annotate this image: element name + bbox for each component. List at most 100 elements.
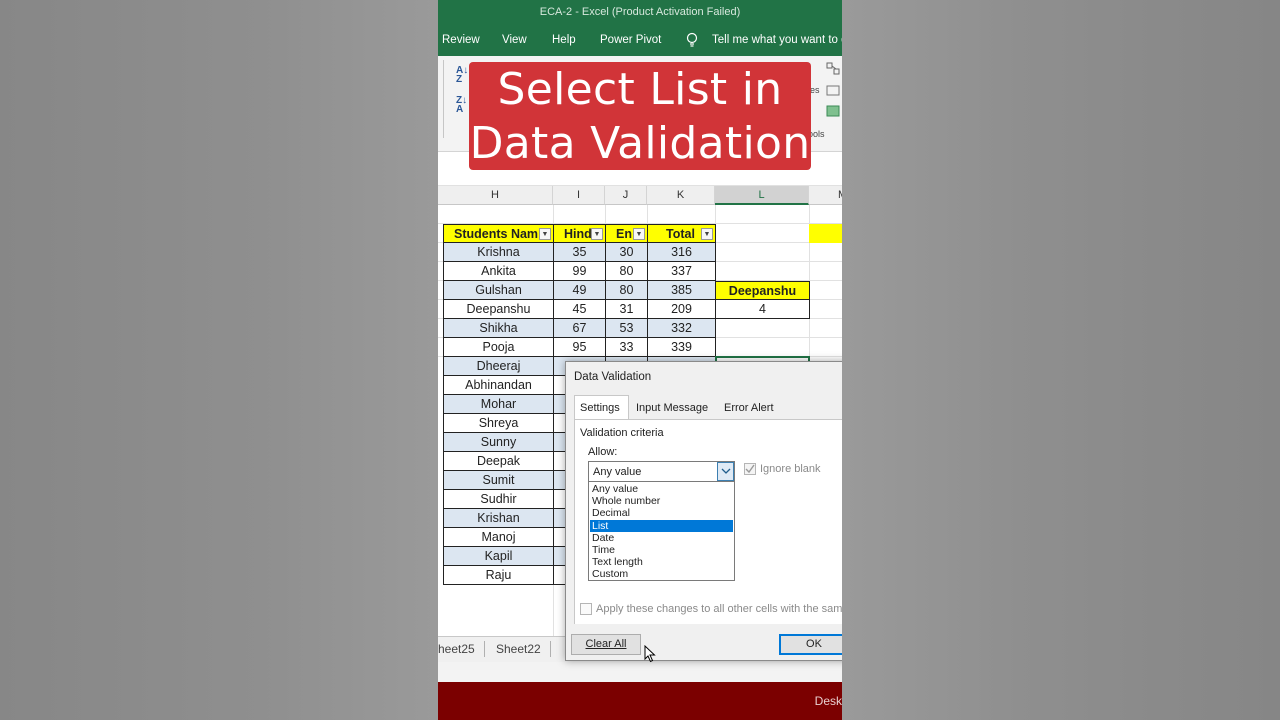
filter-dropdown-icon[interactable]: ▼ [701, 228, 713, 240]
allow-select[interactable]: Any value [588, 461, 735, 482]
dialog-title: Data Validation [574, 371, 652, 383]
header-english[interactable]: En ▼ [606, 224, 648, 243]
name-cell[interactable]: Sumit [443, 471, 554, 490]
hindi-cell[interactable]: 95 [554, 338, 606, 357]
column-header-j[interactable]: J [605, 186, 647, 205]
tab-review[interactable]: Review [442, 34, 480, 46]
tab-input-message[interactable]: Input Message [636, 402, 708, 414]
header-hindi[interactable]: Hind ▼ [554, 224, 606, 243]
name-cell[interactable]: Manoj [443, 528, 554, 547]
manage-model-icon[interactable] [826, 83, 840, 97]
ok-button[interactable]: OK [779, 634, 842, 655]
sort-z-to-a-icon[interactable]: Z↓ A [456, 96, 467, 115]
name-cell[interactable]: Pooja [443, 338, 554, 357]
option-text-length[interactable]: Text length [590, 556, 733, 568]
name-cell[interactable]: Raju [443, 566, 554, 585]
total-cell[interactable]: 209 [648, 300, 716, 319]
name-cell[interactable]: Gulshan [443, 281, 554, 300]
option-time[interactable]: Time [590, 544, 733, 556]
total-cell[interactable]: 332 [648, 319, 716, 338]
name-cell[interactable]: Kapil [443, 547, 554, 566]
english-cell[interactable]: 80 [606, 262, 648, 281]
dropdown-button[interactable] [717, 462, 734, 481]
total-cell[interactable]: 385 [648, 281, 716, 300]
option-date[interactable]: Date [590, 532, 733, 544]
name-cell[interactable]: Deepanshu [443, 300, 554, 319]
allow-select-value: Any value [593, 466, 642, 478]
apply-to-all-label: Apply these changes to all other cells w… [596, 603, 842, 615]
name-cell[interactable]: Sunny [443, 433, 554, 452]
mouse-pointer-icon [644, 645, 656, 663]
data-tools-icon[interactable] [826, 104, 840, 118]
name-cell[interactable]: Shreya [443, 414, 554, 433]
name-cell[interactable]: Deepak [443, 452, 554, 471]
column-header-h[interactable]: H [438, 186, 553, 205]
sheet-tab[interactable]: heet25 [438, 642, 475, 656]
hindi-cell[interactable]: 35 [554, 243, 606, 262]
taskbar-desktop-label[interactable]: Desk [815, 694, 842, 708]
sort-a-to-z-icon[interactable]: A↓ Z [456, 66, 468, 85]
tab-error-alert[interactable]: Error Alert [724, 402, 774, 414]
ribbon-tabs: Review View Help Power Pivot Tell me wha… [438, 24, 842, 56]
tab-help[interactable]: Help [552, 34, 576, 46]
option-list[interactable]: List [590, 520, 733, 532]
allow-options-list[interactable]: Any value Whole number Decimal List Date… [588, 481, 735, 663]
filter-dropdown-icon[interactable]: ▼ [591, 228, 603, 240]
column-header-i[interactable]: I [553, 186, 605, 205]
english-cell[interactable]: 53 [606, 319, 648, 338]
hindi-cell[interactable]: 49 [554, 281, 606, 300]
relationships-icon[interactable] [826, 62, 840, 76]
status-bar [438, 662, 842, 682]
tab-settings[interactable]: Settings [580, 402, 620, 414]
window-title: ECA-2 - Excel (Product Activation Failed… [438, 0, 842, 24]
name-cell[interactable]: Krishna [443, 243, 554, 262]
tell-me-search[interactable]: Tell me what you want to do [712, 34, 842, 46]
sheet-tab[interactable]: Sheet22 [496, 642, 541, 656]
name-cell[interactable]: Dheeraj [443, 357, 554, 376]
option-decimal[interactable]: Decimal [590, 507, 733, 519]
tab-power-pivot[interactable]: Power Pivot [600, 34, 661, 46]
lookup-value-cell[interactable]: 4 [715, 300, 810, 319]
ribbon-separator [443, 60, 444, 138]
name-cell[interactable]: Krishan [443, 509, 554, 528]
ignore-blank-checkbox[interactable] [744, 463, 756, 475]
name-cell[interactable]: Abhinandan [443, 376, 554, 395]
header-total[interactable]: Total ▼ [648, 224, 716, 243]
name-cell[interactable]: Ankita [443, 262, 554, 281]
lookup-name-cell[interactable]: Deepanshu [715, 281, 810, 300]
hindi-cell[interactable]: 45 [554, 300, 606, 319]
option-whole-number[interactable]: Whole number [590, 495, 733, 507]
option-custom[interactable]: Custom [590, 568, 733, 580]
column-header-m[interactable]: M [809, 186, 842, 205]
header-students-name[interactable]: Students Nam ▼ [443, 224, 554, 243]
tab-separator [550, 641, 551, 657]
chevron-down-icon [721, 468, 731, 474]
english-cell[interactable]: 33 [606, 338, 648, 357]
clear-all-button[interactable]: Clear All [571, 634, 641, 655]
filter-dropdown-icon[interactable]: ▼ [633, 228, 645, 240]
name-cell[interactable]: Mohar [443, 395, 554, 414]
name-cell[interactable]: Shikha [443, 319, 554, 338]
total-cell[interactable]: 316 [648, 243, 716, 262]
highlighted-cell[interactable] [809, 224, 842, 243]
english-cell[interactable]: 30 [606, 243, 648, 262]
filter-dropdown-icon[interactable]: ▼ [539, 228, 551, 240]
column-header-k[interactable]: K [647, 186, 715, 205]
hindi-cell[interactable]: 67 [554, 319, 606, 338]
checkmark-icon [745, 464, 755, 474]
total-cell[interactable]: 339 [648, 338, 716, 357]
option-any-value[interactable]: Any value [590, 483, 733, 495]
ribbon-group-fragment: es [810, 85, 820, 95]
header-label: Hind [564, 227, 592, 241]
tab-view[interactable]: View [502, 34, 527, 46]
column-header-l[interactable]: L [715, 186, 809, 205]
total-cell[interactable]: 337 [648, 262, 716, 281]
ignore-blank-label: Ignore blank [760, 463, 821, 475]
english-cell[interactable]: 31 [606, 300, 648, 319]
name-cell[interactable]: Sudhir [443, 490, 554, 509]
clear-all-label: Clear All [585, 638, 627, 650]
english-cell[interactable]: 80 [606, 281, 648, 300]
hindi-cell[interactable]: 99 [554, 262, 606, 281]
tab-separator [484, 641, 485, 657]
apply-to-all-checkbox[interactable] [580, 603, 592, 615]
